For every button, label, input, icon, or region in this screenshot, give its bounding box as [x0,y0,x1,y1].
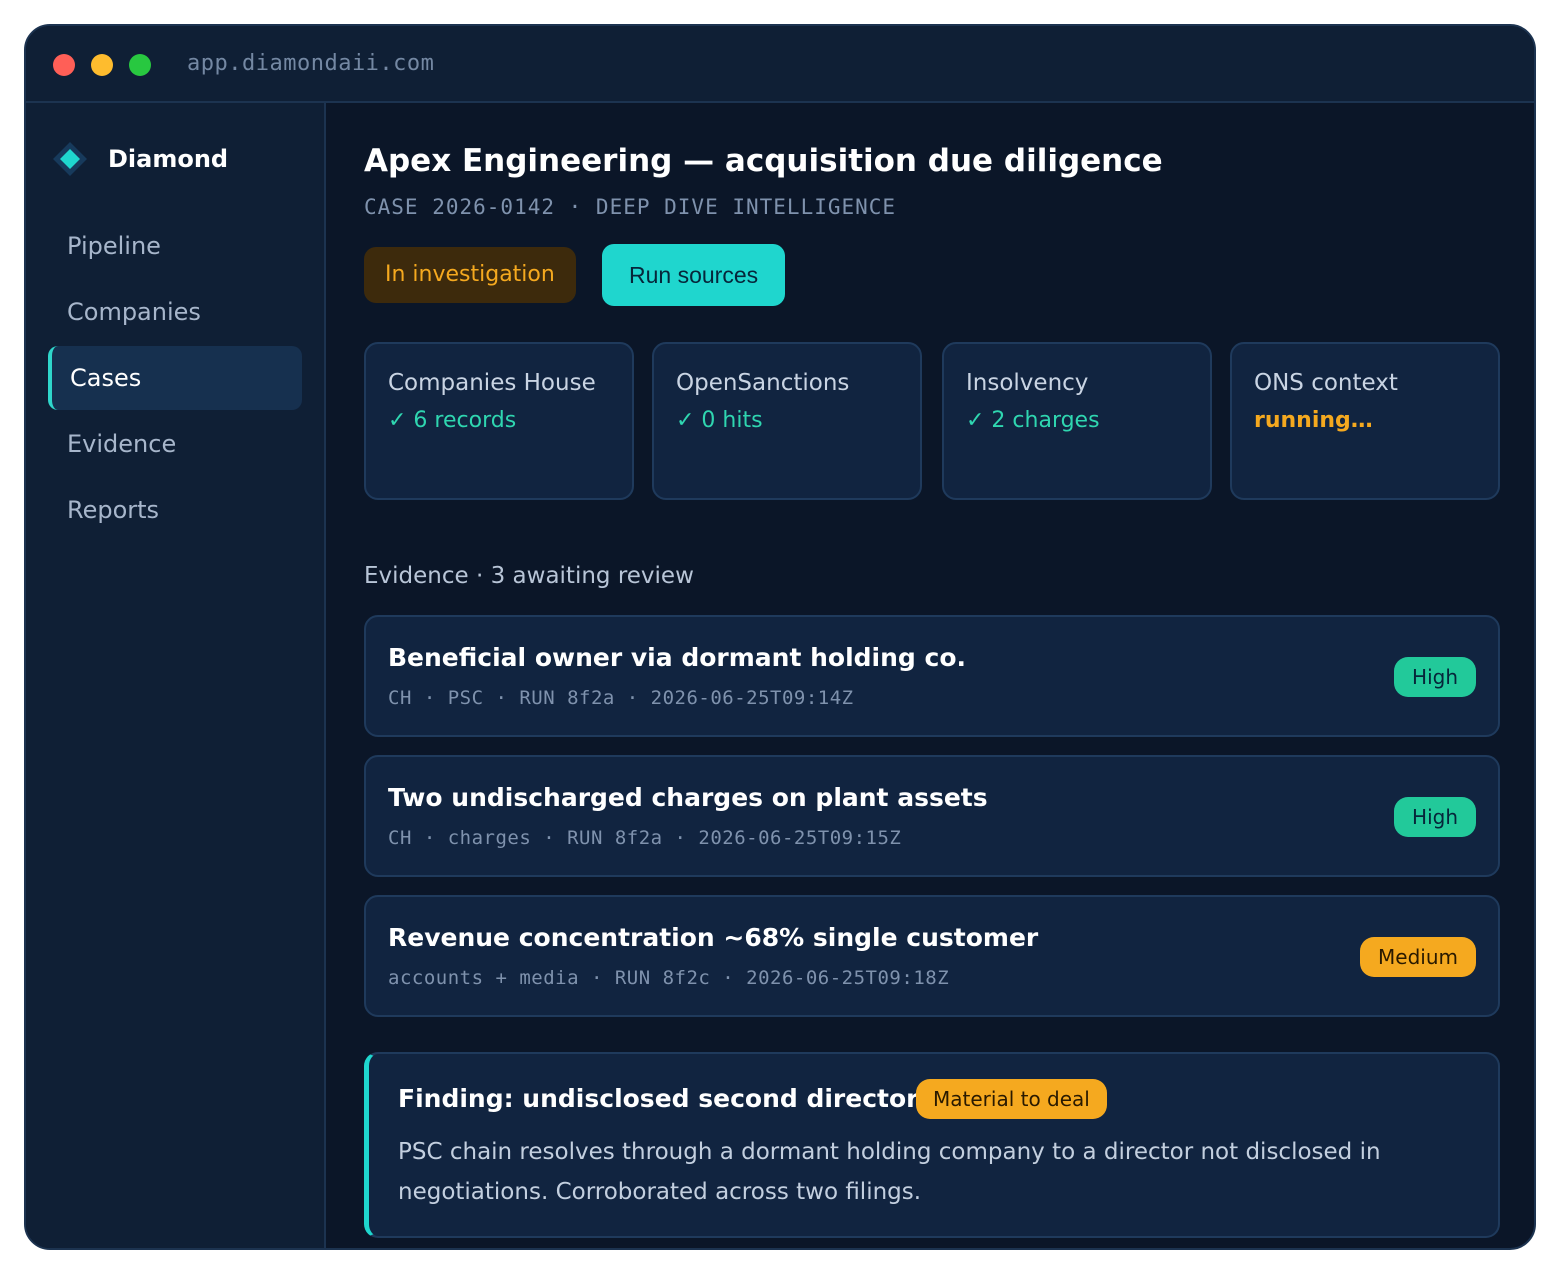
sidebar-item-evidence[interactable]: Evidence [48,412,302,476]
evidence-meta: accounts + media · RUN 8f2c · 2026-06-25… [388,967,950,989]
evidence-meta: CH · PSC · RUN 8f2a · 2026-06-25T09:14Z [388,687,854,709]
evidence-title: Revenue concentration ~68% single custom… [388,923,1039,952]
run-sources-button[interactable]: Run sources [602,244,786,306]
maximize-window-button[interactable] [129,54,151,76]
sidebar-item-cases[interactable]: Cases [48,346,302,410]
main-content: Apex Engineering — acquisition due dilig… [328,103,1534,1248]
title-bar: app.diamondaii.com [26,26,1534,103]
diamond-icon [53,142,87,176]
close-window-button[interactable] [53,54,75,76]
source-status: ✓ 2 charges [966,408,1100,433]
sidebar-item-pipeline[interactable]: Pipeline [48,214,302,278]
severity-badge: Medium [1360,937,1476,977]
source-card-opensanctions[interactable]: OpenSanctions ✓ 0 hits [652,342,922,500]
source-name: OpenSanctions [676,370,850,396]
source-card-insolvency[interactable]: Insolvency ✓ 2 charges [942,342,1212,500]
app-window: app.diamondaii.com Diamond Pipeline Comp… [24,24,1536,1250]
source-name: Insolvency [966,370,1089,396]
case-meta: CASE 2026-0142 · DEEP DIVE INTELLIGENCE [364,195,897,219]
evidence-title: Beneficial owner via dormant holding co. [388,643,966,672]
evidence-heading: Evidence · 3 awaiting review [364,563,694,589]
source-name: ONS context [1254,370,1398,396]
finding-badge: Material to deal [916,1079,1107,1119]
severity-badge: High [1394,797,1476,837]
source-card-ons-context[interactable]: ONS context running… [1230,342,1500,500]
source-status: ✓ 6 records [388,408,517,433]
brand-name: Diamond [108,145,229,173]
finding-body: PSC chain resolves through a dormant hol… [398,1139,1381,1205]
evidence-title: Two undischarged charges on plant assets [388,783,988,812]
source-name: Companies House [388,370,596,396]
minimize-window-button[interactable] [91,54,113,76]
severity-badge: High [1394,657,1476,697]
finding-callout: Finding: undisclosed second director Mat… [364,1052,1500,1238]
evidence-item[interactable]: Two undischarged charges on plant assets… [364,755,1500,877]
source-status: running… [1254,408,1373,433]
brand[interactable]: Diamond [52,137,292,177]
source-status: ✓ 0 hits [676,408,763,433]
address-url[interactable]: app.diamondaii.com [187,51,434,76]
evidence-item[interactable]: Revenue concentration ~68% single custom… [364,895,1500,1017]
finding-title: Finding: undisclosed second director [398,1084,919,1113]
evidence-item[interactable]: Beneficial owner via dormant holding co.… [364,615,1500,737]
evidence-meta: CH · charges · RUN 8f2a · 2026-06-25T09:… [388,827,902,849]
sidebar: Diamond Pipeline Companies Cases Evidenc… [26,103,326,1248]
source-card-companies-house[interactable]: Companies House ✓ 6 records [364,342,634,500]
page-title: Apex Engineering — acquisition due dilig… [364,143,1163,179]
status-badge: In investigation [364,247,576,303]
sidebar-item-companies[interactable]: Companies [48,280,302,344]
sidebar-item-reports[interactable]: Reports [48,478,302,542]
